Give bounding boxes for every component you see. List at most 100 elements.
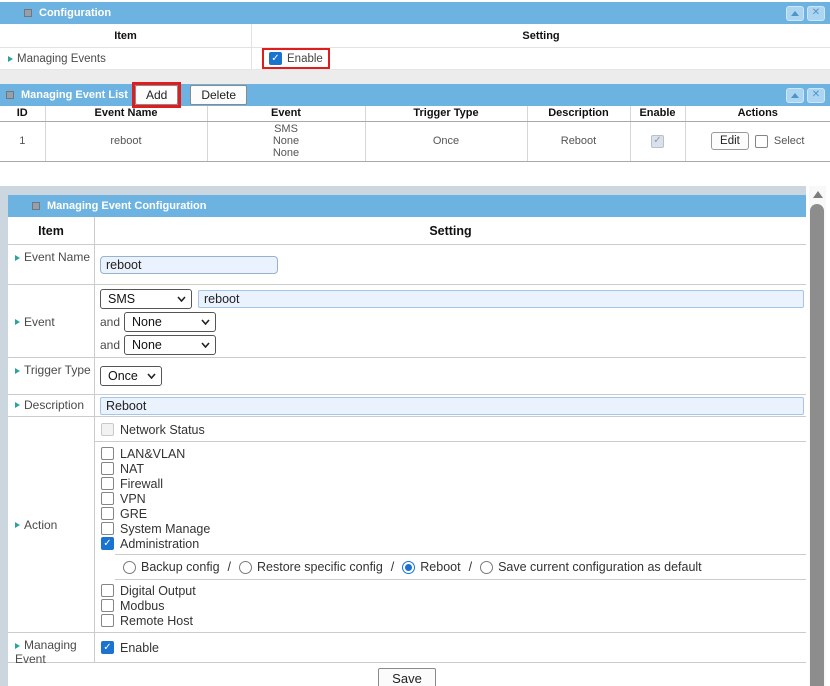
nat-checkbox[interactable] [101,462,114,475]
event-type-select[interactable]: SMS [100,289,192,309]
item-arrow-icon [8,56,13,62]
system-manage-label: System Manage [120,522,210,536]
row-action: Action Network Status LAN&VLAN NAT Firew… [8,417,806,633]
item-arrow-icon [15,522,20,528]
modbus-checkbox[interactable] [101,599,114,612]
trigger-type-select[interactable]: Once [100,366,162,386]
network-status-checkbox [101,423,114,436]
setting-column-header: Setting [252,24,830,47]
lan-vlan-label: LAN&VLAN [120,447,185,461]
reboot-radio[interactable] [402,561,415,574]
system-manage-checkbox[interactable] [101,522,114,535]
event-sms-input[interactable] [198,290,804,308]
event-name-label: Event Name [24,250,90,264]
scrollbar-thumb[interactable] [810,204,824,686]
gre-checkbox[interactable] [101,507,114,520]
vpn-label: VPN [120,492,146,506]
row-enable-cell [630,121,685,161]
row-enable-checkbox [651,135,664,148]
event-name-input[interactable] [100,256,278,274]
col-actions: Actions [685,106,830,121]
collapse-panel-button[interactable] [786,6,804,21]
restore-specific-config-radio[interactable] [239,561,252,574]
select-checkbox[interactable] [755,135,768,148]
separator: / [226,560,233,574]
configuration-table-header: Item Setting [0,24,830,48]
backup-config-label: Backup config [141,560,220,574]
managing-event-label: Managing Event [15,638,77,666]
row-description: Reboot [527,121,630,161]
close-icon: ✕ [812,90,820,100]
row-event-name: reboot [45,121,207,161]
event-type-select-3[interactable]: None [124,335,216,355]
row-event-name: Event Name [8,245,806,285]
panel-gap [0,70,830,84]
configuration-panel-header: Configuration ✕ [0,2,830,24]
item-column-header: Item [0,24,252,47]
description-input[interactable] [100,397,804,415]
managing-event-configuration-title: Managing Event Configuration [47,200,207,212]
delete-button[interactable]: Delete [190,85,247,105]
scroll-up-icon [813,191,823,198]
close-panel-button[interactable]: ✕ [807,6,825,21]
managing-event-list-panel: Managing Event List Add Delete ✕ ID Even… [0,84,830,162]
collapse-icon [791,93,799,98]
vertical-scrollbar[interactable] [809,186,826,686]
managing-events-enable-label: Enable [287,53,323,65]
col-enable: Enable [630,106,685,121]
row-event: Event SMS and None [8,285,806,358]
save-row: Save [8,663,806,686]
restore-specific-config-label: Restore specific config [257,560,383,574]
nat-label: NAT [120,462,144,476]
managing-event-list-title: Managing Event List [21,89,128,101]
vpn-checkbox[interactable] [101,492,114,505]
item-arrow-icon [15,255,20,261]
add-button[interactable]: Add [135,85,178,105]
digital-output-label: Digital Output [120,584,196,598]
edit-button[interactable]: Edit [711,132,749,150]
remote-host-checkbox[interactable] [101,614,114,627]
row-event-types: SMS None None [207,121,365,161]
modbus-label: Modbus [120,599,164,613]
configuration-panel: Configuration ✕ Item Setting Managing Ev… [0,2,830,70]
row-managing-event: Managing Event Enable [8,633,806,663]
item-arrow-icon [15,402,20,408]
setting-column-header: Setting [95,217,806,244]
chevron-down-icon [201,342,210,348]
configuration-panel-title: Configuration [39,7,111,19]
highlight-box-enable: Enable [262,48,330,69]
managing-event-enable-checkbox[interactable] [101,641,114,654]
row-id: 1 [0,121,45,161]
scrollbar-up-button[interactable] [809,186,826,202]
table-row: 1 reboot SMS None None Once Reboot Edit [0,121,830,161]
backup-config-radio[interactable] [123,561,136,574]
lan-vlan-checkbox[interactable] [101,447,114,460]
save-button[interactable]: Save [378,668,436,686]
select-label: Select [774,135,805,147]
event-type-select-2[interactable]: None [124,312,216,332]
managing-events-label: Managing Events [17,53,106,65]
row-trigger-type: Trigger Type Once [8,358,806,395]
digital-output-checkbox[interactable] [101,584,114,597]
administration-checkbox[interactable] [101,537,114,550]
network-status-label: Network Status [120,423,205,437]
managing-events-enable-checkbox[interactable] [269,52,282,65]
reboot-label: Reboot [420,560,460,574]
col-event: Event [207,106,365,121]
managing-event-configuration-frame: Managing Event Configuration Item Settin… [0,186,806,686]
chevron-down-icon [147,373,156,379]
config-table-header: Item Setting [8,217,806,245]
event-configuration-table: Item Setting Event Name Event SMS [8,217,806,663]
collapse-icon [791,11,799,16]
close-panel-button[interactable]: ✕ [807,88,825,103]
save-current-config-radio[interactable] [480,561,493,574]
collapse-panel-button[interactable] [786,88,804,103]
trigger-type-label: Trigger Type [24,363,91,377]
firewall-checkbox[interactable] [101,477,114,490]
administration-options-row: Backup config / Restore specific config … [115,554,806,580]
item-arrow-icon [15,368,20,374]
administration-label: Administration [120,537,199,551]
separator: / [389,560,396,574]
chevron-down-icon [177,296,186,302]
separator: / [467,560,474,574]
